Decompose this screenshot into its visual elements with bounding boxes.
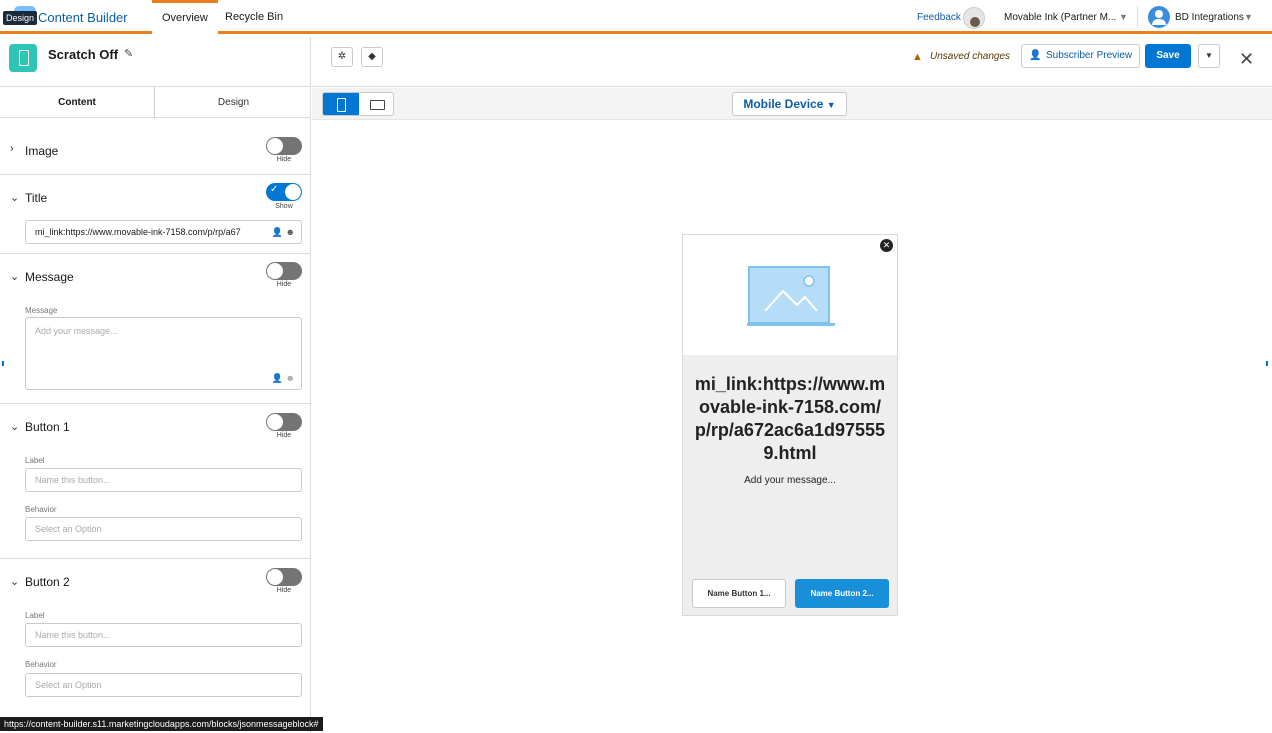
preview-button-2[interactable]: Name Button 2...	[795, 579, 889, 608]
block-header: Scratch Off ✎	[0, 37, 311, 87]
chevron-down-icon[interactable]: ⌄	[10, 575, 19, 588]
mobile-view-icon[interactable]	[323, 93, 359, 115]
preview-canvas: ✕ mi_link:https://www.movable-ink-7158.c…	[312, 121, 1272, 733]
resize-handle	[2, 361, 4, 366]
account-switcher[interactable]: Movable Ink (Partner M...	[1004, 12, 1116, 23]
message-visibility-toggle[interactable]	[266, 262, 302, 280]
subscriber-preview-label: Subscriber Preview	[1046, 50, 1133, 61]
title-input-value: mi_link:https://www.movable-ink-7158.com…	[35, 227, 241, 237]
caret-down-icon[interactable]: ▼	[1119, 12, 1128, 22]
preview-image-area	[683, 235, 897, 355]
tag-icon[interactable]: ◆	[361, 47, 383, 67]
image-visibility-toggle[interactable]	[266, 137, 302, 155]
subscriber-preview-button[interactable]: 👤 Subscriber Preview	[1021, 44, 1140, 68]
section-image-label[interactable]: Image	[25, 144, 58, 158]
app-name[interactable]: Content Builder	[38, 10, 128, 25]
account-avatar[interactable]	[963, 7, 985, 29]
toggle-caption: Hide	[276, 432, 292, 439]
message-field-label: Message	[25, 306, 58, 315]
section-message-label[interactable]: Message	[25, 270, 74, 284]
nav-divider	[1137, 6, 1138, 28]
caret-down-icon[interactable]: ▼	[1244, 12, 1253, 22]
preview-message: Add your message...	[744, 475, 836, 486]
personalization-icon[interactable]: 👤 ☻	[268, 221, 295, 243]
tab-overview[interactable]: Overview	[152, 0, 218, 34]
message-textarea[interactable]: Add your message... 👤 ☻	[25, 317, 302, 390]
view-bar: Mobile Device ▼	[312, 88, 1272, 120]
editor-toolbar: ✲ ◆ ▲ Unsaved changes 👤 Subscriber Previ…	[312, 37, 1272, 87]
section-title-label[interactable]: Title	[25, 191, 47, 205]
resize-handle	[1266, 361, 1268, 366]
toggle-caption: Hide	[276, 156, 292, 163]
toggle-caption: Hide	[276, 587, 292, 594]
caret-down-icon: ▼	[826, 100, 836, 110]
user-avatar-icon[interactable]	[1148, 6, 1170, 28]
feedback-link[interactable]: Feedback	[917, 12, 961, 23]
user-menu[interactable]: BD Integrations	[1175, 12, 1244, 23]
chevron-right-icon[interactable]: ›	[10, 143, 14, 155]
button1-label-field-label: Label	[25, 456, 45, 465]
chevron-down-icon[interactable]: ⌄	[10, 191, 19, 204]
design-badge: Design	[3, 11, 38, 25]
section-button1-label[interactable]: Button 1	[25, 420, 70, 434]
view-mode-toggle	[322, 92, 394, 116]
settings-gear-icon[interactable]: ✲	[331, 47, 353, 67]
tab-recycle-bin[interactable]: Recycle Bin	[215, 0, 293, 34]
title-input[interactable]: mi_link:https://www.movable-ink-7158.com…	[25, 220, 302, 244]
button2-behavior-field-label: Behavior	[25, 660, 57, 669]
section-divider	[0, 174, 311, 175]
app-root: Design Content Builder Overview Recycle …	[0, 0, 1272, 733]
tab-content[interactable]: Content	[0, 87, 155, 118]
save-button[interactable]: Save	[1145, 44, 1191, 68]
button1-label-input[interactable]: Name this button...	[25, 468, 302, 492]
check-icon: ✓	[270, 184, 279, 195]
chevron-down-icon[interactable]: ⌄	[10, 420, 19, 433]
message-placeholder: Add your message...	[35, 326, 118, 336]
preview-title: mi_link:https://www.movable-ink-7158.com…	[694, 374, 886, 463]
tab-design[interactable]: Design	[156, 87, 311, 118]
device-select[interactable]: Mobile Device ▼	[732, 92, 847, 116]
button1-visibility-toggle[interactable]	[266, 413, 302, 431]
title-visibility-toggle[interactable]: ✓	[266, 183, 302, 201]
desktop-view-icon[interactable]	[359, 93, 393, 115]
button2-label-field-label: Label	[25, 611, 45, 620]
block-title: Scratch Off	[48, 47, 119, 62]
edit-pencil-icon[interactable]: ✎	[124, 47, 133, 60]
section-button2-label[interactable]: Button 2	[25, 575, 70, 589]
subscriber-icon: 👤	[1029, 50, 1042, 61]
button2-visibility-toggle[interactable]	[266, 568, 302, 586]
content-panel: Scratch Off ✎ Content Design › Image Hid…	[0, 37, 311, 733]
save-menu-chevron-icon[interactable]: ▼	[1198, 44, 1220, 68]
button1-behavior-field-label: Behavior	[25, 505, 57, 514]
unsaved-changes-text: Unsaved changes	[930, 51, 1011, 62]
personalization-icon[interactable]: 👤 ☻	[272, 373, 295, 384]
button1-behavior-select[interactable]: Select an Option	[25, 517, 302, 541]
preview-button-1[interactable]: Name Button 1...	[692, 579, 786, 608]
section-divider	[0, 403, 311, 404]
button2-label-input[interactable]: Name this button...	[25, 623, 302, 647]
toggle-caption: Hide	[276, 281, 292, 288]
device-select-value: Mobile Device	[743, 97, 824, 111]
close-icon[interactable]: ✕	[880, 239, 893, 252]
mobile-block-icon	[9, 44, 37, 72]
toggle-caption: Show	[275, 203, 293, 210]
image-placeholder-icon	[747, 266, 835, 326]
section-divider	[0, 253, 311, 254]
chevron-down-icon[interactable]: ⌄	[10, 270, 19, 283]
button2-behavior-select[interactable]: Select an Option	[25, 673, 302, 697]
top-nav: Design Content Builder Overview Recycle …	[0, 0, 1272, 34]
status-bar-url: https://content-builder.s11.marketingclo…	[0, 717, 323, 731]
warning-icon: ▲	[912, 51, 923, 63]
message-preview: ✕ mi_link:https://www.movable-ink-7158.c…	[682, 234, 898, 616]
close-icon[interactable]: ✕	[1239, 49, 1254, 70]
panel-tabs: Content Design	[0, 87, 311, 118]
section-divider	[0, 558, 311, 559]
